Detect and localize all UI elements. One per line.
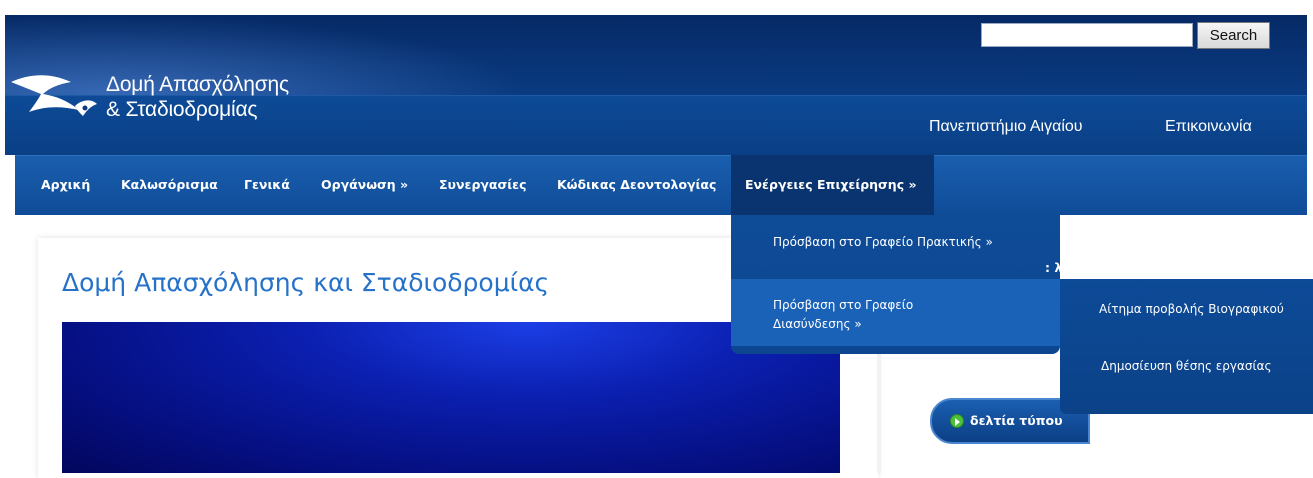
- dropdown-item-internship-office[interactable]: Πρόσβαση στο Γραφείο Πρακτικής »: [773, 233, 993, 252]
- page: Δομή Απασχόλησης & Σταδιοδρομίας Search …: [0, 0, 1313, 478]
- dropdown-item-label-line-2: Διασύνδεσης »: [773, 317, 862, 331]
- nav-item-business-actions[interactable]: Ενέργειες Επιχείρησης »: [731, 155, 934, 215]
- arrow-circle-icon: [950, 414, 964, 428]
- nav-item-welcome[interactable]: Καλωσόρισμα: [121, 155, 218, 215]
- top-link-contact[interactable]: Επικοινωνία: [1165, 118, 1252, 136]
- sidebar-title-partial: : λογοτύπων δαστα: [1045, 260, 1182, 275]
- search-input[interactable]: [981, 23, 1193, 47]
- hero-image: [62, 322, 840, 473]
- nav-item-home[interactable]: Αρχική: [41, 155, 90, 215]
- submenu-item-cv-request[interactable]: Αίτημα προβολής Βιογραφικού: [1099, 300, 1284, 319]
- dropdown-item-liaison-office[interactable]: Πρόσβαση στο Γραφείο Διασύνδεσης »: [773, 296, 913, 334]
- top-link-university[interactable]: Πανεπιστήμιο Αιγαίου: [929, 118, 1083, 136]
- swallow-logo-icon[interactable]: [9, 60, 101, 130]
- nav-item-organization[interactable]: Οργάνωση »: [321, 155, 408, 215]
- nav-item-collaborations[interactable]: Συνεργασίες: [439, 155, 526, 215]
- logo-line-1: Δομή Απασχόλησης: [106, 73, 289, 96]
- search-button[interactable]: Search: [1197, 22, 1270, 49]
- page-title: Δομή Απασχόλησης και Σταδιοδρομίας: [62, 268, 550, 297]
- submenu-item-post-job[interactable]: Δημοσίευση θέσης εργασίας: [1101, 357, 1272, 376]
- sidebar-top-box: [1060, 215, 1310, 241]
- nav-item-general[interactable]: Γενικά: [244, 155, 290, 215]
- nav-item-code-of-conduct[interactable]: Κώδικας Δεοντολογίας: [557, 155, 716, 215]
- site-logo-text[interactable]: Δομή Απασχόλησης & Σταδιοδρομίας: [106, 72, 289, 122]
- press-releases-label[interactable]: δελτία τύπου: [970, 413, 1063, 428]
- dropdown-item-label-line-1: Πρόσβαση στο Γραφείο: [773, 298, 914, 312]
- logo-line-2: & Σταδιοδρομίας: [106, 98, 258, 121]
